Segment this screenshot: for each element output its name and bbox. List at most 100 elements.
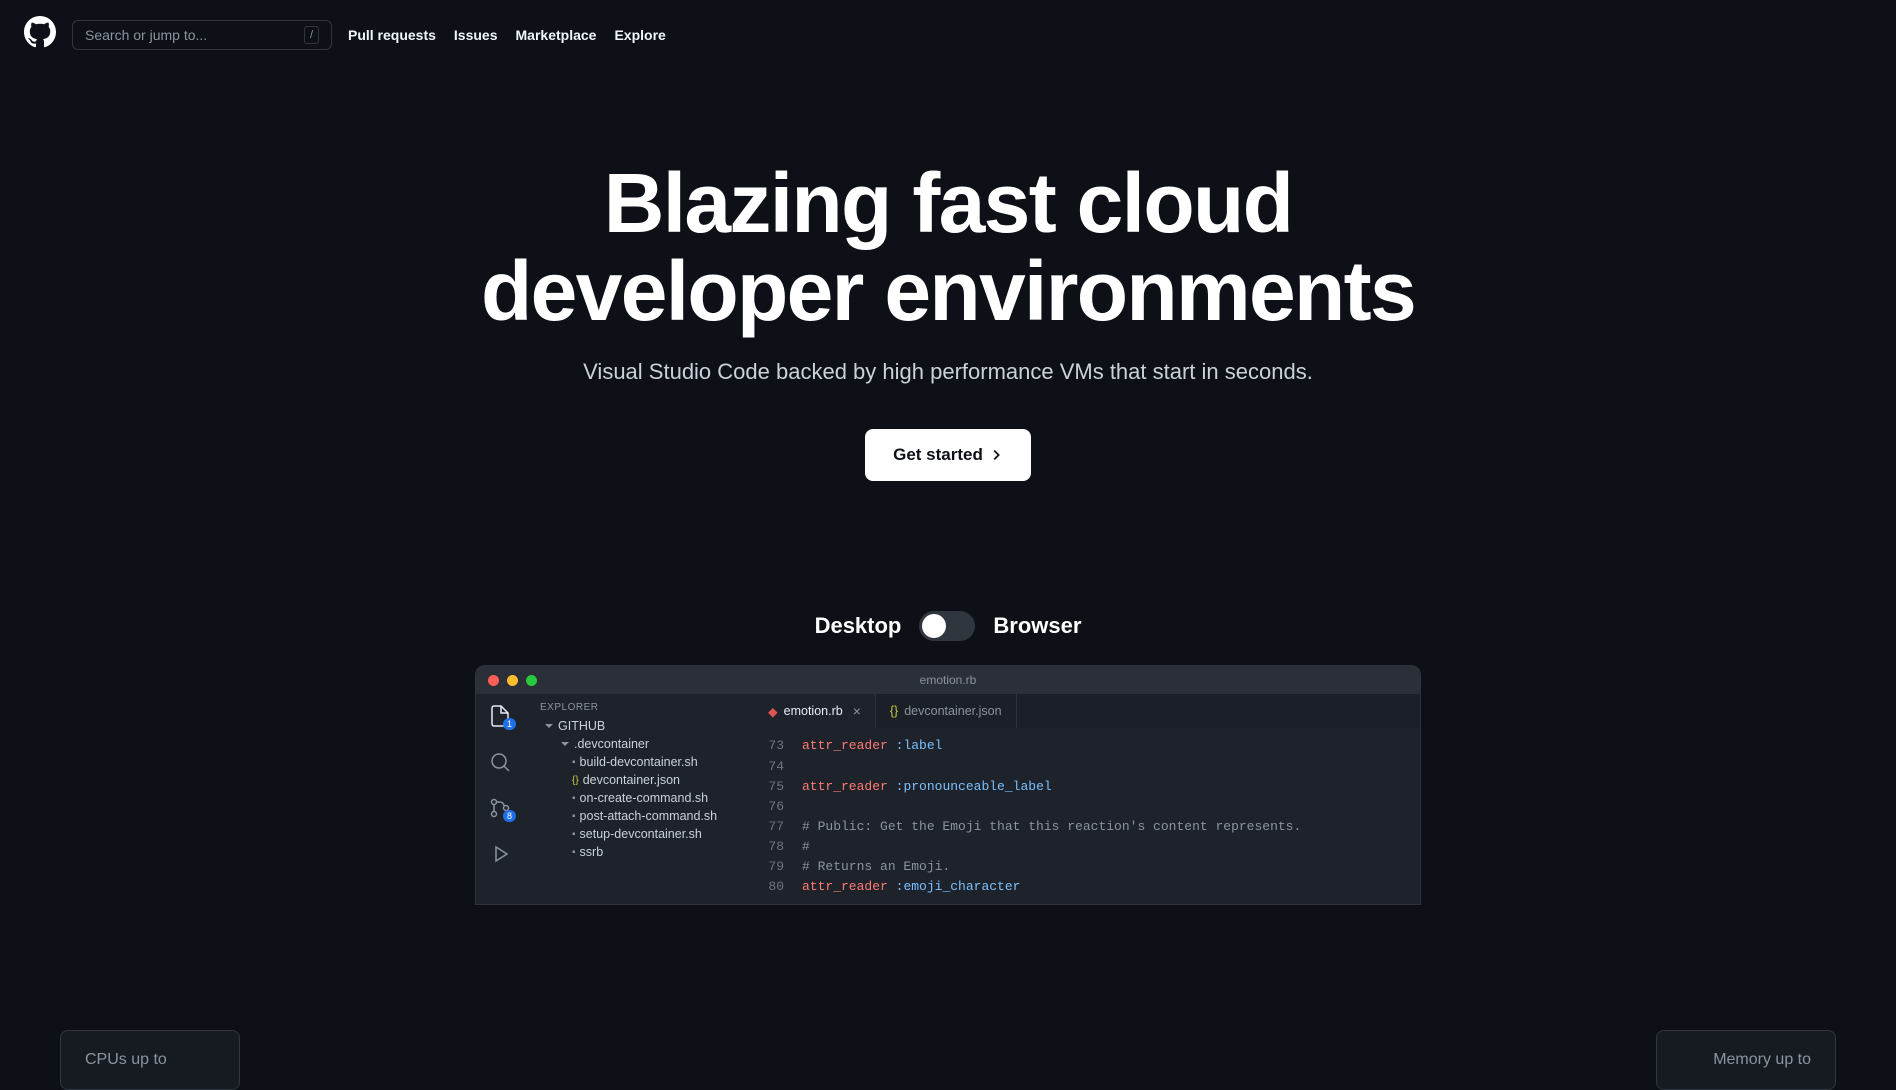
hero-section: Blazing fast cloud developer environment… — [0, 159, 1896, 481]
line-content: # Returns an Emoji. — [802, 857, 1420, 877]
spec-label: Memory up to — [1713, 1051, 1811, 1068]
tree-root-label: GITHUB — [558, 719, 605, 733]
view-toggle: Desktop Browser — [0, 611, 1896, 641]
tab-label: devcontainer.json — [904, 704, 1001, 718]
window-controls — [488, 675, 537, 686]
code-line: 73attr_reader :label — [754, 736, 1420, 756]
line-content: attr_reader :emoji_character — [802, 877, 1420, 897]
file-label: setup-devcontainer.sh — [580, 827, 702, 841]
line-number: 80 — [754, 877, 802, 897]
line-number: 75 — [754, 777, 802, 797]
toggle-knob — [922, 614, 946, 638]
minimize-window-icon[interactable] — [507, 675, 518, 686]
tree-folder-label: .devcontainer — [574, 737, 649, 751]
shell-file-icon: ▪ — [572, 811, 576, 822]
file-label: ssrb — [580, 845, 604, 859]
file-tree: GITHUB .devcontainer ▪ build-devcontainer… — [524, 717, 754, 861]
code-content[interactable]: 73attr_reader :label7475attr_reader :pro… — [754, 728, 1420, 905]
tab-emotion-rb[interactable]: ◆ emotion.rb × — [754, 694, 876, 728]
file-label: post-attach-command.sh — [580, 809, 718, 823]
close-tab-icon[interactable]: × — [853, 703, 861, 719]
activity-bar: 1 8 — [476, 694, 524, 904]
file-item[interactable]: ▪ build-devcontainer.sh — [528, 753, 750, 771]
shell-file-icon: ▪ — [572, 757, 576, 768]
hero-title: Blazing fast cloud developer environment… — [0, 159, 1896, 335]
editor-tabs: ◆ emotion.rb × {} devcontainer.json — [754, 694, 1420, 728]
github-logo-icon[interactable] — [24, 16, 56, 53]
line-content: attr_reader :pronounceable_label — [802, 777, 1420, 797]
editor-body: 1 8 EXPLORER GITHUB .dev — [476, 694, 1420, 904]
editor-window: emotion.rb 1 8 EXPLORER GITH — [475, 665, 1421, 905]
code-line: 80attr_reader :emoji_character — [754, 877, 1420, 897]
line-number: 76 — [754, 797, 802, 817]
files-icon[interactable]: 1 — [488, 704, 512, 728]
line-content — [802, 757, 1420, 777]
shell-file-icon: ▪ — [572, 847, 576, 858]
line-number: 78 — [754, 837, 802, 857]
code-line: 79# Returns an Emoji. — [754, 857, 1420, 877]
file-item[interactable]: {} devcontainer.json — [528, 771, 750, 789]
chevron-right-icon — [989, 448, 1003, 462]
debug-icon[interactable] — [488, 842, 512, 866]
tab-devcontainer-json[interactable]: {} devcontainer.json — [876, 694, 1017, 728]
cta-label: Get started — [893, 445, 983, 465]
hero-title-line2: developer environments — [481, 244, 1415, 338]
spec-card-cpu: CPUs up to — [60, 1030, 240, 1090]
scm-badge: 8 — [503, 810, 516, 822]
chevron-down-icon — [560, 739, 570, 749]
line-number: 77 — [754, 817, 802, 837]
desktop-browser-toggle[interactable] — [919, 611, 975, 641]
hero-subtitle: Visual Studio Code backed by high perfor… — [0, 359, 1896, 385]
source-control-icon[interactable]: 8 — [488, 796, 512, 820]
code-line: 78# — [754, 837, 1420, 857]
window-title: emotion.rb — [920, 673, 977, 687]
primary-nav: Pull requests Issues Marketplace Explore — [348, 27, 666, 43]
chevron-down-icon — [544, 721, 554, 731]
titlebar: emotion.rb — [476, 666, 1420, 694]
spec-label: CPUs up to — [85, 1051, 167, 1068]
close-window-icon[interactable] — [488, 675, 499, 686]
search-placeholder: Search or jump to... — [85, 27, 207, 43]
file-label: build-devcontainer.sh — [580, 755, 698, 769]
nav-marketplace[interactable]: Marketplace — [516, 27, 597, 43]
search-shortcut-key: / — [304, 26, 319, 44]
nav-pull-requests[interactable]: Pull requests — [348, 27, 436, 43]
file-item[interactable]: ▪on-create-command.sh — [528, 789, 750, 807]
line-content: attr_reader :label — [802, 736, 1420, 756]
toggle-label-browser: Browser — [993, 613, 1081, 639]
header: Search or jump to... / Pull requests Iss… — [0, 0, 1896, 69]
line-number: 79 — [754, 857, 802, 877]
line-content: # Public: Get the Emoji that this reacti… — [802, 817, 1420, 837]
toggle-label-desktop: Desktop — [815, 613, 902, 639]
tree-root[interactable]: GITHUB — [528, 717, 750, 735]
tab-label: emotion.rb — [784, 704, 843, 718]
line-number: 73 — [754, 736, 802, 756]
search-input[interactable]: Search or jump to... / — [72, 20, 332, 50]
json-file-icon: {} — [572, 775, 579, 786]
explorer-title: EXPLORER — [524, 694, 754, 717]
spec-card-memory: Memory up to — [1656, 1030, 1836, 1090]
file-item[interactable]: ▪ post-attach-command.sh — [528, 807, 750, 825]
search-icon[interactable] — [488, 750, 512, 774]
nav-explore[interactable]: Explore — [614, 27, 665, 43]
code-line: 77# Public: Get the Emoji that this reac… — [754, 817, 1420, 837]
file-label: on-create-command.sh — [580, 791, 709, 805]
code-line: 76 — [754, 797, 1420, 817]
line-number: 74 — [754, 757, 802, 777]
ruby-file-icon: ◆ — [768, 704, 778, 719]
line-content — [802, 797, 1420, 817]
file-label: devcontainer.json — [583, 773, 680, 787]
shell-file-icon: ▪ — [572, 829, 576, 840]
code-area: ◆ emotion.rb × {} devcontainer.json 73at… — [754, 694, 1420, 904]
tree-folder[interactable]: .devcontainer — [528, 735, 750, 753]
get-started-button[interactable]: Get started — [865, 429, 1031, 481]
files-badge: 1 — [503, 718, 516, 730]
code-line: 75attr_reader :pronounceable_label — [754, 777, 1420, 797]
maximize-window-icon[interactable] — [526, 675, 537, 686]
json-file-icon: {} — [890, 704, 898, 718]
hero-title-line1: Blazing fast cloud — [604, 156, 1292, 250]
nav-issues[interactable]: Issues — [454, 27, 498, 43]
explorer-sidebar: EXPLORER GITHUB .devcontainer ▪ build-dev… — [524, 694, 754, 904]
file-item[interactable]: ▪ ssrb — [528, 843, 750, 861]
file-item[interactable]: ▪ setup-devcontainer.sh — [528, 825, 750, 843]
